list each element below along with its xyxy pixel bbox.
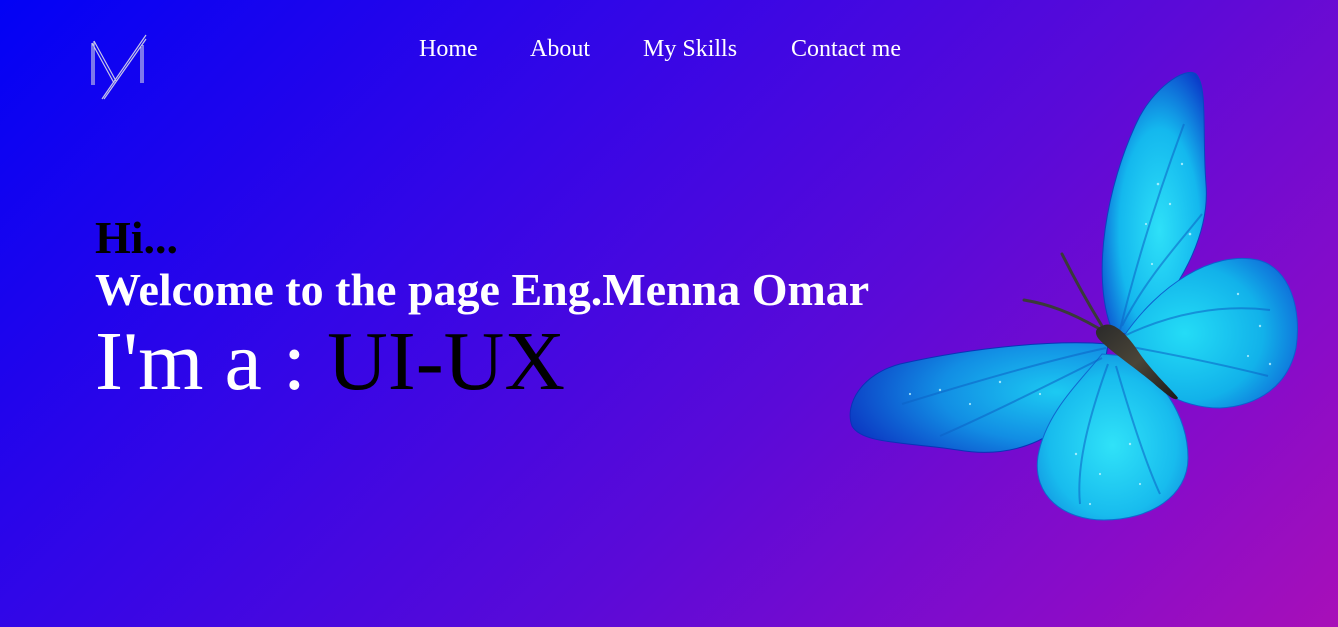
butterfly-icon (849, 71, 1298, 521)
main-nav: Home About My Skills Contact me (0, 36, 1338, 66)
butterfly-illustration (840, 64, 1310, 534)
nav-link-contact-me[interactable]: Contact me (791, 36, 901, 63)
hero-welcome-heading: Welcome to the page Eng.Menna Omar (95, 264, 870, 315)
hero-role-value: UI-UX (327, 315, 566, 408)
hero-role-prefix: I'm a : (95, 315, 328, 408)
nav-link-about[interactable]: About (530, 36, 590, 63)
nav-link-home[interactable]: Home (419, 36, 478, 63)
hero-section: Hi... Welcome to the page Eng.Menna Omar… (95, 212, 869, 408)
hero-role-line: I'm a : UI-UX (95, 316, 869, 408)
nav-link-my-skills[interactable]: My Skills (643, 36, 737, 63)
hero-greeting: Hi... (95, 212, 179, 263)
